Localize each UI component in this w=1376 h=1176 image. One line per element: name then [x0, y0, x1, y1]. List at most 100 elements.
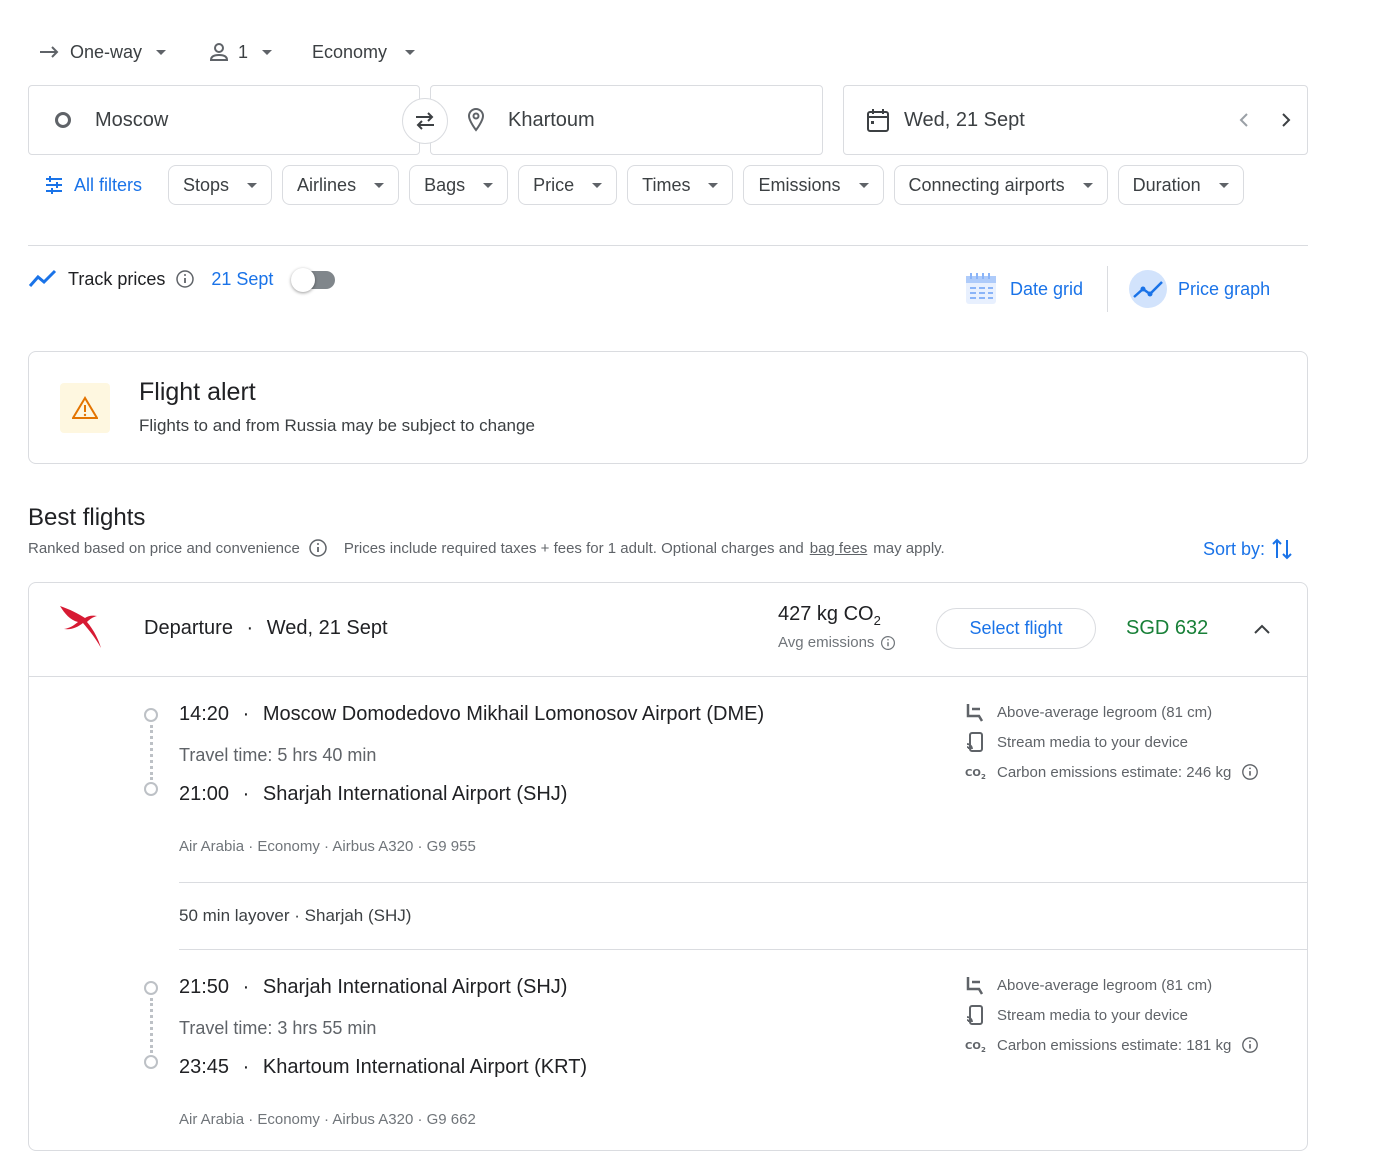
stream-device-icon	[966, 1005, 983, 1025]
date-field[interactable]: Wed, 21 Sept	[843, 85, 1308, 155]
filter-chip-stops[interactable]: Stops	[168, 165, 273, 205]
trend-icon	[28, 269, 57, 287]
price-graph-button[interactable]: Price graph	[1128, 269, 1270, 309]
leg2-arrive-time: 23:45	[179, 1056, 230, 1078]
swap-icon	[416, 112, 434, 130]
amenity-stream: Stream media to your device	[965, 727, 1259, 757]
location-pin-icon	[467, 107, 485, 132]
timeline-dot	[144, 782, 158, 796]
origin-value: Moscow	[95, 108, 169, 131]
arrow-right-icon	[40, 46, 59, 58]
co2-total: 427 kg CO2	[778, 603, 881, 628]
chevron-up-icon[interactable]	[1251, 619, 1273, 641]
date-grid-label: Date grid	[1010, 278, 1084, 299]
timeline-dot	[144, 1055, 158, 1069]
flight-alert: Flight alert Flights to and from Russia …	[28, 351, 1308, 464]
timeline-dot	[144, 981, 158, 995]
flight-card: Departure · Wed, 21 Sept 427 kg CO2 Avg …	[28, 582, 1308, 1151]
all-filters-button[interactable]: All filters	[28, 165, 158, 205]
seat-icon	[966, 704, 984, 722]
filter-chip-emissions[interactable]: Emissions	[743, 165, 884, 205]
best-flights-subtitle: Ranked based on price and convenience Pr…	[28, 538, 945, 558]
origin-field[interactable]: Moscow	[28, 85, 420, 155]
co2-subscript: 2	[873, 613, 881, 628]
co2-icon: CO 2	[965, 1041, 986, 1054]
date-grid-button[interactable]: Date grid	[962, 270, 1083, 308]
track-prices-row: Track prices 21 Sept	[28, 266, 336, 292]
amenity-label: Above-average legroom (81 cm)	[997, 703, 1213, 721]
bag-fees-link[interactable]: bag fees	[810, 540, 868, 557]
info-icon[interactable]	[1241, 1036, 1259, 1054]
flight-card-header[interactable]: Departure · Wed, 21 Sept 427 kg CO2 Avg …	[29, 583, 1307, 677]
view-buttons: Date grid Price graph	[962, 266, 1270, 312]
caret-down-icon	[708, 182, 719, 188]
calendar-icon	[867, 109, 889, 132]
filter-chip-bags[interactable]: Bags	[409, 165, 509, 205]
amenity-legroom: Above-average legroom (81 cm)	[965, 970, 1259, 1000]
ranked-text: Ranked based on price and convenience	[28, 539, 300, 557]
caret-down-icon	[156, 49, 167, 55]
chip-label: Stops	[183, 174, 230, 195]
swap-button[interactable]	[402, 98, 448, 144]
may-apply-text: may apply.	[873, 539, 945, 557]
separator-dot: ·	[242, 1056, 250, 1078]
chip-label: Times	[642, 174, 691, 195]
avg-emissions: Avg emissions	[778, 634, 896, 651]
select-flight-button[interactable]: Select flight	[936, 608, 1096, 649]
amenity-label: Carbon emissions estimate: 181 kg	[997, 1036, 1232, 1054]
departure-heading: Departure · Wed, 21 Sept	[144, 617, 388, 640]
alert-icon-box	[60, 383, 110, 433]
track-prices-toggle[interactable]	[291, 266, 336, 292]
info-icon[interactable]	[308, 538, 328, 558]
leg2-departure: 21:50 · Sharjah International Airport (S…	[179, 976, 567, 999]
caret-down-icon	[1218, 182, 1229, 188]
amenity-stream: Stream media to your device	[965, 1000, 1259, 1030]
separator-dot: ·	[246, 617, 254, 639]
leg-divider	[179, 949, 1308, 950]
destination-field[interactable]: Khartoum	[430, 85, 823, 155]
filter-chip-duration[interactable]: Duration	[1117, 165, 1244, 205]
separator-dot: ·	[242, 976, 250, 998]
cabin-select[interactable]: Economy	[312, 38, 416, 66]
separator-dot: ·	[242, 703, 250, 725]
best-flights-title: Best flights	[28, 504, 146, 531]
info-icon[interactable]	[175, 269, 195, 289]
filter-chip-price[interactable]: Price	[518, 165, 618, 205]
alert-message: Flights to and from Russia may be subjec…	[139, 416, 535, 435]
filter-chip-connecting-airports[interactable]: Connecting airports	[893, 165, 1108, 205]
leg1-arrive-airport: Sharjah International Airport (SHJ)	[262, 783, 568, 805]
chevron-right-icon[interactable]	[1275, 110, 1295, 130]
caret-down-icon	[592, 182, 603, 188]
leg2-arrival: 23:45 · Khartoum International Airport (…	[179, 1056, 587, 1079]
track-date: 21 Sept	[211, 268, 274, 289]
trip-type-label: One-way	[70, 41, 143, 62]
amenity-label: Above-average legroom (81 cm)	[997, 976, 1213, 994]
info-icon[interactable]	[1241, 763, 1259, 781]
destination-value: Khartoum	[508, 108, 595, 131]
cabin-label: Economy	[312, 41, 388, 62]
chevron-left-icon[interactable]	[1235, 110, 1255, 130]
chip-label: Duration	[1132, 174, 1201, 195]
timeline-line	[150, 998, 153, 1053]
leg1-meta: Air Arabia · Economy · Airbus A320 · G9 …	[179, 838, 476, 855]
passengers-select[interactable]: 1	[208, 38, 273, 66]
filter-chip-times[interactable]: Times	[627, 165, 734, 205]
caret-down-icon	[858, 182, 869, 188]
alert-title: Flight alert	[139, 378, 256, 406]
price-graph-label: Price graph	[1178, 278, 1271, 299]
sort-by-button[interactable]: Sort by:	[1203, 536, 1293, 562]
origin-circle-icon	[55, 112, 71, 128]
leg-divider	[179, 882, 1308, 883]
price-graph-icon	[1129, 270, 1168, 308]
trip-type-select[interactable]: One-way	[38, 38, 167, 66]
filter-chip-airlines[interactable]: Airlines	[282, 165, 400, 205]
departure-date: Wed, 21 Sept	[266, 617, 388, 639]
chip-label: Airlines	[297, 174, 357, 195]
prices-note: Prices include required taxes + fees for…	[343, 539, 804, 557]
co2-icon: CO 2	[965, 768, 986, 781]
layover-info: 50 min layover · Sharjah (SHJ)	[179, 906, 412, 925]
info-icon[interactable]	[880, 635, 896, 651]
view-separator	[1107, 266, 1109, 312]
flight-price: SGD 632	[1126, 617, 1209, 639]
caret-down-icon	[262, 49, 273, 55]
